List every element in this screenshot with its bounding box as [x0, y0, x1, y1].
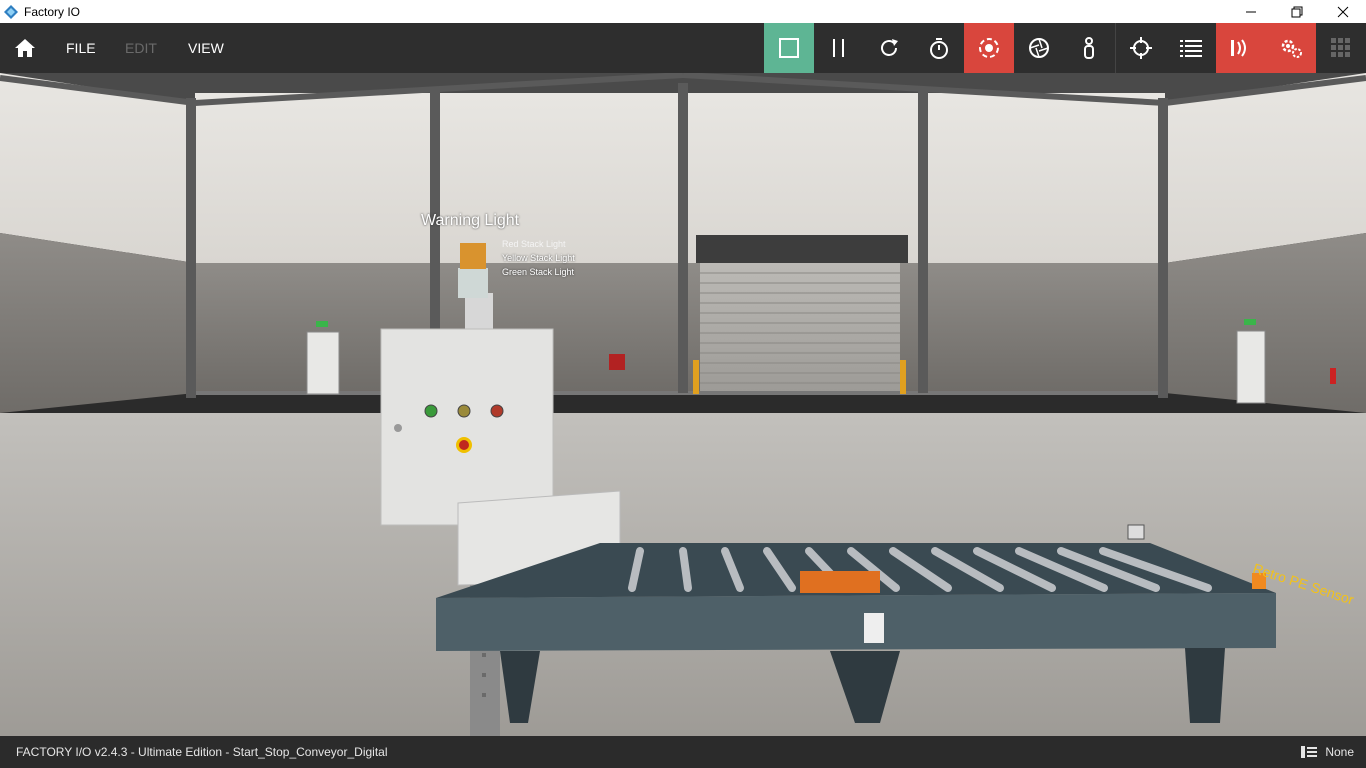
- close-button[interactable]: [1320, 0, 1366, 23]
- left-wall-lower: [0, 233, 195, 413]
- camera-first-person-button[interactable]: [1064, 23, 1114, 73]
- reset-button[interactable]: [864, 23, 914, 73]
- list-icon: [1180, 40, 1202, 57]
- left-door: [306, 331, 340, 395]
- menu-file[interactable]: FILE: [66, 23, 96, 73]
- camera-fly-button[interactable]: [1014, 23, 1064, 73]
- close-icon: [1337, 6, 1349, 17]
- stopwatch-icon: [930, 38, 948, 59]
- rollup-door: [700, 263, 900, 391]
- restore-icon: [1291, 6, 1303, 17]
- door-housing: [696, 235, 908, 263]
- sensor-reflector: [1127, 524, 1145, 540]
- exit-sign-left: [316, 321, 328, 327]
- stop-square-icon: [779, 38, 799, 58]
- stop-button[interactable]: [764, 23, 814, 73]
- emergency-stop-button[interactable]: [459, 440, 469, 450]
- home-icon: [15, 39, 35, 57]
- stop-pushbutton[interactable]: [490, 404, 504, 418]
- drivers-button[interactable]: [1266, 23, 1316, 73]
- scene-viewport[interactable]: Warning Light Red Stack Light Yellow Sta…: [0, 73, 1366, 736]
- status-text: FACTORY I/O v2.4.3 - Ultimate Edition - …: [16, 745, 388, 759]
- green-stack-light-label: Green Stack Light: [502, 267, 575, 277]
- menu-edit: EDIT: [125, 40, 157, 56]
- grid-icon: [1331, 38, 1350, 57]
- right-door: [1236, 330, 1266, 404]
- warehouse-scene: [0, 73, 1366, 736]
- reset-icon: [881, 39, 898, 56]
- status-bar: FACTORY I/O v2.4.3 - Ultimate Edition - …: [0, 736, 1366, 768]
- reset-pushbutton[interactable]: [457, 404, 471, 418]
- stack-light-lamp: [460, 243, 486, 269]
- crosshair-icon: [1130, 37, 1152, 59]
- warning-light-label: Warning Light: [421, 212, 520, 229]
- driver-icon: [1301, 746, 1318, 758]
- window-title: Factory IO: [24, 4, 81, 19]
- timer-button[interactable]: [914, 23, 964, 73]
- sensor-wave-icon: [1231, 39, 1246, 57]
- fire-alarm-box: [609, 354, 625, 370]
- door-bollard-right: [900, 360, 906, 394]
- start-button[interactable]: [424, 404, 438, 418]
- main-toolbar: FILE EDIT VIEW: [0, 23, 1366, 73]
- person-icon: [1084, 37, 1094, 59]
- gears-icon: [1281, 39, 1302, 58]
- camera-orbit-button[interactable]: [964, 23, 1014, 73]
- conveyor-motor: [800, 571, 880, 593]
- driver-label: None: [1325, 745, 1354, 759]
- factory-io-logo-icon: [4, 4, 18, 19]
- orbit-camera-icon: [979, 38, 999, 58]
- menu-view[interactable]: VIEW: [188, 23, 224, 73]
- pause-button[interactable]: [814, 23, 864, 73]
- stack-light-base: [458, 268, 488, 298]
- home-button[interactable]: [0, 23, 50, 73]
- exit-sign-right: [1244, 319, 1256, 325]
- restore-button[interactable]: [1274, 0, 1320, 23]
- driver-status[interactable]: None: [1301, 736, 1354, 768]
- aperture-icon: [1029, 38, 1049, 58]
- title-bar: Factory IO: [0, 0, 1366, 23]
- conveyor-frame: [436, 593, 1276, 651]
- minimize-button[interactable]: [1228, 0, 1274, 23]
- control-cabinet: [380, 328, 554, 526]
- red-stack-light-label: Red Stack Light: [502, 239, 566, 249]
- tag-list-button[interactable]: [1166, 23, 1216, 73]
- pause-icon: [833, 39, 844, 57]
- palette-button[interactable]: [1316, 23, 1366, 73]
- warning-sticker: [864, 613, 884, 643]
- minimize-icon: [1246, 11, 1256, 12]
- fire-extinguisher: [1330, 368, 1336, 384]
- cabinet-lock: [394, 424, 402, 432]
- yellow-stack-light-label: Yellow Stack Light: [502, 253, 575, 263]
- target-button[interactable]: [1116, 23, 1166, 73]
- sensor-button[interactable]: [1216, 23, 1266, 73]
- stack-light-pole: [465, 293, 493, 333]
- door-bollard-left: [693, 360, 699, 394]
